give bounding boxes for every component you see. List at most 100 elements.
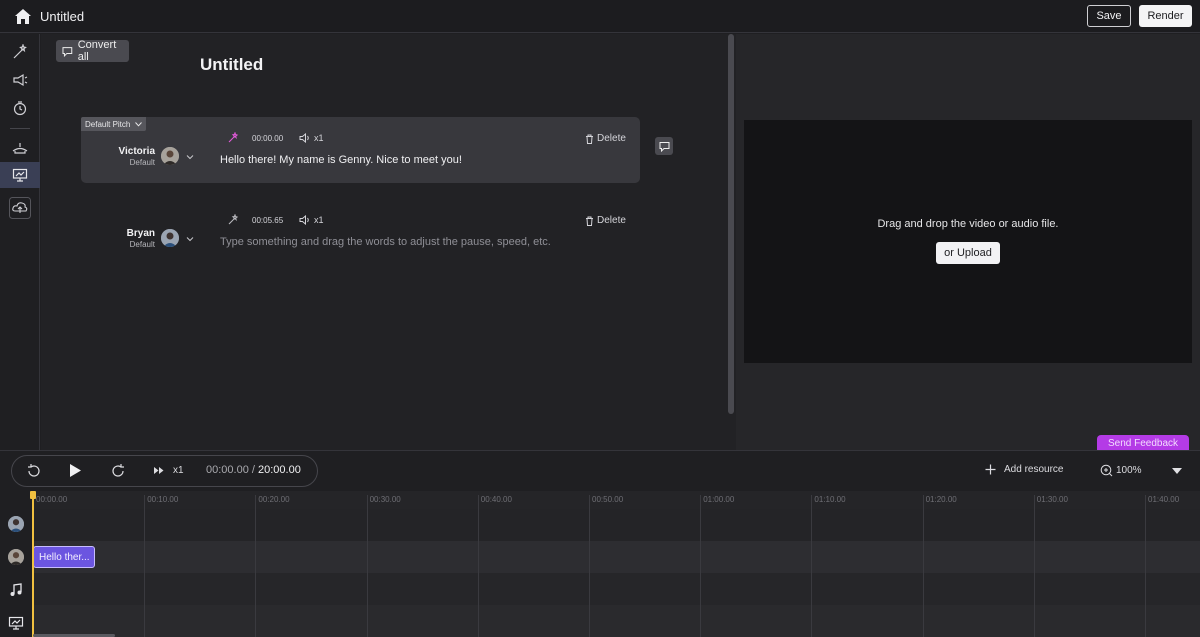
ruler-tick [922, 495, 924, 637]
playhead[interactable] [32, 491, 34, 637]
ruler-tick [1033, 495, 1035, 637]
editor-scrollbar[interactable] [726, 34, 736, 450]
avatar[interactable] [8, 549, 24, 565]
dropzone-text: Drag and drop the video or audio file. [877, 218, 1059, 230]
avatar[interactable] [161, 229, 179, 247]
ruler-tick [1145, 495, 1146, 637]
timeline[interactable]: 00:00.00 00:10.00 00:20.00 00:30.00 00:40.00… [0, 491, 1200, 637]
render-button[interactable]: Render [1139, 5, 1192, 27]
ruler-label: 00:20.00 [258, 495, 290, 504]
timeline-clip[interactable]: Hello ther... [33, 546, 95, 568]
chat-bubble-icon [62, 46, 73, 57]
block-start-time: 00:05.65 [252, 216, 284, 225]
speaker-volume-icon[interactable] [299, 215, 311, 225]
ruler-label: 00:50.00 [592, 495, 624, 504]
ruler-tick [144, 495, 146, 637]
speaker-name[interactable]: Victoria [95, 146, 156, 157]
document-title[interactable]: Untitled [40, 9, 84, 24]
media-dropzone[interactable]: Drag and drop the video or audio file. o… [744, 120, 1192, 363]
script-editor: Convert all Untitled Default Pitch Victo… [41, 34, 726, 450]
music-icon[interactable] [9, 583, 23, 597]
speaker-name[interactable]: Bryan [95, 228, 155, 239]
delete-button[interactable]: Delete [585, 133, 626, 144]
script-line-input[interactable]: Type something and drag the words to adj… [220, 236, 551, 248]
voice-icon[interactable] [0, 135, 40, 161]
save-button[interactable]: Save [1087, 5, 1131, 27]
zoom-level: 100% [1116, 465, 1142, 476]
delete-button[interactable]: Delete [585, 215, 626, 226]
ruler-tick [589, 495, 590, 637]
delete-label: Delete [597, 133, 626, 144]
cloud-upload-icon[interactable] [0, 195, 40, 221]
ruler-tick [477, 495, 479, 637]
speaker-style: Default [129, 158, 155, 167]
magic-wand-icon[interactable] [228, 214, 239, 225]
ruler-label: 00:00.00 [36, 495, 68, 504]
trash-icon [586, 216, 593, 226]
convert-all-label: Convert all [77, 39, 117, 63]
pitch-label: Default Pitch [85, 119, 131, 129]
delete-label: Delete [597, 215, 626, 226]
script-title[interactable]: Untitled [200, 55, 263, 75]
pitch-dropdown[interactable]: Default Pitch [81, 117, 147, 131]
block-start-time: 00:00.00 [252, 134, 284, 143]
playhead-handle[interactable] [30, 491, 36, 499]
track-row[interactable] [32, 573, 1200, 605]
add-resource-button[interactable]: Add resource [985, 464, 1063, 475]
ruler-label: 00:10.00 [147, 495, 179, 504]
current-time: 00:00.00 [206, 464, 249, 476]
timer-icon[interactable] [0, 95, 40, 121]
total-time: 20:00.00 [258, 464, 301, 476]
magic-wand-icon[interactable] [0, 39, 40, 65]
ruler-tick [700, 495, 702, 637]
play-icon[interactable] [69, 463, 82, 478]
track-row[interactable] [32, 541, 1200, 573]
plus-icon [985, 464, 996, 475]
send-feedback-button[interactable]: Send Feedback [1097, 435, 1189, 450]
track-row[interactable] [32, 509, 1200, 541]
presentation-icon[interactable] [8, 616, 24, 630]
scrollbar-thumb[interactable] [728, 34, 734, 414]
ruler-label: 01:40.00 [1148, 495, 1180, 504]
chevron-down-icon[interactable] [186, 235, 194, 243]
convert-all-button[interactable]: Convert all [56, 39, 129, 63]
chat-bubble-icon [659, 141, 669, 152]
ruler-label: 01:20.00 [925, 495, 957, 504]
top-bar: Untitled Save Render [0, 0, 1200, 33]
forward-icon[interactable] [110, 463, 126, 479]
ruler-tick [811, 495, 813, 637]
megaphone-icon[interactable] [0, 67, 40, 93]
track-row[interactable] [32, 605, 1200, 637]
presentation-icon[interactable] [0, 162, 40, 188]
ruler-label: 01:10.00 [814, 495, 846, 504]
rewind-icon[interactable] [26, 463, 42, 479]
ruler-label: 01:00.00 [703, 495, 735, 504]
avatar[interactable] [161, 147, 179, 165]
avatar[interactable] [8, 516, 24, 532]
zoom-control[interactable]: 100% [1100, 464, 1142, 477]
magic-wand-icon[interactable] [228, 132, 239, 143]
speaker-volume-icon[interactable] [299, 133, 311, 143]
ruler-label: 01:30.00 [1036, 495, 1068, 504]
ruler-label: 00:30.00 [369, 495, 401, 504]
fast-forward-icon[interactable] [153, 466, 165, 475]
time-display: 00:00.00 / 20:00.00 [206, 464, 301, 476]
block-speed[interactable]: x1 [314, 133, 324, 143]
playback-speed[interactable]: x1 [173, 465, 184, 476]
ruler-tick [255, 495, 257, 637]
upload-button[interactable]: or Upload [936, 242, 1000, 264]
transport-bar: x1 00:00.00 / 20:00.00 Add resource 100% [0, 450, 1200, 491]
chevron-down-icon [135, 121, 143, 127]
script-line-text[interactable]: Hello there! My name is Genny. Nice to m… [220, 154, 462, 166]
trash-icon [586, 134, 593, 144]
zoom-icon [1100, 464, 1113, 477]
caret-down-icon[interactable] [1172, 468, 1182, 474]
left-rail [0, 34, 40, 450]
convert-line-button[interactable] [655, 137, 673, 155]
ruler-tick [366, 495, 368, 637]
time-separator: / [251, 464, 255, 476]
block-speed[interactable]: x1 [314, 215, 324, 225]
ruler-label: 00:40.00 [480, 495, 512, 504]
chevron-down-icon[interactable] [186, 153, 194, 161]
home-icon[interactable] [14, 8, 32, 25]
